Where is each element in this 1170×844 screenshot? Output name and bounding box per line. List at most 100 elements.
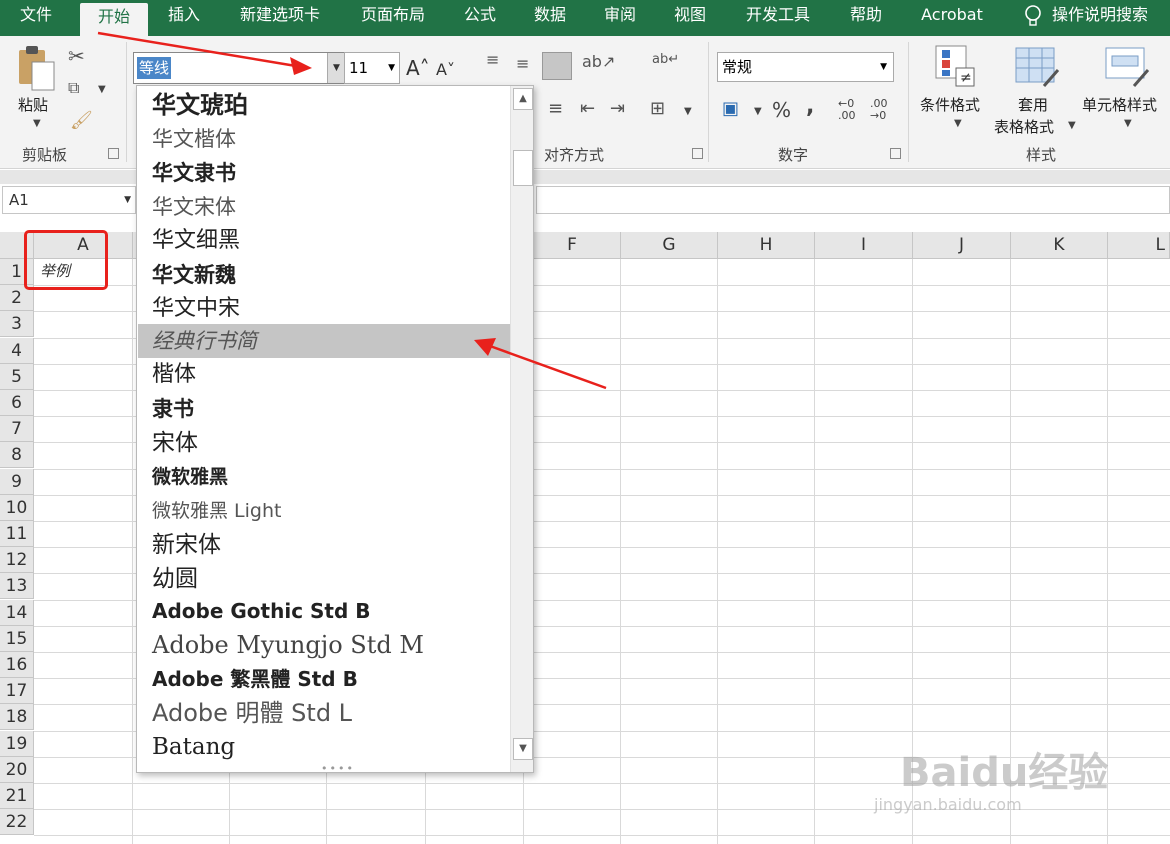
font-option[interactable]: 新宋体: [138, 528, 510, 562]
font-option[interactable]: Batang: [138, 730, 510, 764]
copy-icon[interactable]: ⧉: [68, 78, 79, 98]
font-option[interactable]: Adobe Gothic Std B: [138, 594, 510, 628]
tab-review[interactable]: 审阅: [592, 0, 648, 30]
decrease-indent-icon[interactable]: ⇤: [580, 98, 595, 119]
tab-new-tab[interactable]: 新建选项卡: [228, 0, 332, 30]
row-header-9[interactable]: 9: [0, 469, 34, 495]
font-option[interactable]: 华文楷体: [138, 122, 510, 156]
column-header-k[interactable]: K: [1011, 232, 1108, 259]
font-option[interactable]: Adobe 繁黑體 Std B: [138, 662, 510, 696]
font-option[interactable]: 华文细黑: [138, 224, 510, 258]
row-header-19[interactable]: 19: [0, 731, 34, 757]
tab-view[interactable]: 视图: [662, 0, 718, 30]
number-launcher-icon[interactable]: [890, 148, 901, 159]
row-header-7[interactable]: 7: [0, 416, 34, 442]
row-header-18[interactable]: 18: [0, 704, 34, 730]
font-option[interactable]: 华文新魏: [138, 258, 510, 292]
cut-icon[interactable]: ✂: [68, 44, 85, 68]
font-size-combobox[interactable]: 11 ▼: [344, 52, 400, 84]
number-format-combobox[interactable]: 常规 ▼: [717, 52, 894, 82]
copy-caret[interactable]: ▼: [98, 84, 106, 95]
dropdown-scrollbar[interactable]: ▲ ▼: [510, 86, 533, 772]
row-header-3[interactable]: 3: [0, 311, 34, 337]
format-painter-icon[interactable]: 🖌: [70, 110, 93, 131]
row-header-15[interactable]: 15: [0, 626, 34, 652]
row-header-6[interactable]: 6: [0, 390, 34, 416]
decrease-decimal-button[interactable]: .00 →0: [870, 98, 898, 122]
decrease-font-icon[interactable]: A˅: [436, 60, 455, 79]
wrap-text-icon[interactable]: ab↵: [652, 52, 679, 67]
row-header-20[interactable]: 20: [0, 757, 34, 783]
row-header-16[interactable]: 16: [0, 652, 34, 678]
clipboard-launcher-icon[interactable]: [108, 148, 119, 159]
font-option[interactable]: 华文隶书: [138, 156, 510, 190]
row-header-10[interactable]: 10: [0, 495, 34, 521]
chevron-down-icon[interactable]: ▼: [880, 53, 887, 81]
cell-styles-icon[interactable]: [1104, 46, 1150, 88]
row-header-4[interactable]: 4: [0, 338, 34, 364]
increase-font-icon[interactable]: A˄: [406, 56, 430, 80]
scroll-up-icon[interactable]: ▲: [513, 88, 533, 110]
align-right-icon[interactable]: ≡: [548, 98, 563, 119]
font-option[interactable]: Adobe Myungjo Std M: [138, 628, 510, 662]
tab-file[interactable]: 文件: [8, 0, 64, 30]
row-header-11[interactable]: 11: [0, 521, 34, 547]
font-option[interactable]: 微软雅黑: [138, 460, 510, 494]
font-option[interactable]: 隶书: [138, 392, 510, 426]
increase-decimal-button[interactable]: ←0 .00: [838, 98, 866, 122]
font-option[interactable]: 宋体: [138, 426, 510, 460]
resize-grip-icon[interactable]: ••••: [321, 762, 355, 772]
row-header-12[interactable]: 12: [0, 547, 34, 573]
font-option[interactable]: Adobe 明體 Std L: [138, 696, 510, 730]
name-box-value[interactable]: A1: [9, 191, 29, 209]
column-header-i[interactable]: I: [815, 232, 913, 259]
tab-insert[interactable]: 插入: [156, 0, 212, 30]
font-size-value[interactable]: 11: [349, 59, 368, 77]
merge-caret[interactable]: ▼: [684, 106, 692, 117]
column-header-h[interactable]: H: [718, 232, 815, 259]
column-header-j[interactable]: J: [913, 232, 1011, 259]
row-header-5[interactable]: 5: [0, 364, 34, 390]
chevron-down-icon[interactable]: ▼: [388, 53, 395, 83]
font-option[interactable]: 微软雅黑 Light: [138, 494, 510, 528]
column-header-f[interactable]: F: [524, 232, 621, 259]
cell-styles-label[interactable]: 单元格样式: [1082, 94, 1157, 115]
column-header-l[interactable]: L: [1108, 232, 1170, 259]
align-bottom-button[interactable]: [542, 52, 572, 80]
row-header-14[interactable]: 14: [0, 600, 34, 626]
orientation-icon[interactable]: ab↗: [582, 52, 615, 71]
chevron-down-icon[interactable]: ▼: [327, 53, 345, 83]
font-dropdown-list[interactable]: 华文琥珀 华文楷体 华文隶书 华文宋体 华文细黑 华文新魏 华文中宋 经典行书简…: [136, 85, 534, 773]
conditional-format-caret[interactable]: ▼: [954, 118, 962, 129]
tab-data[interactable]: 数据: [522, 0, 578, 30]
row-header-17[interactable]: 17: [0, 678, 34, 704]
scroll-down-icon[interactable]: ▼: [513, 738, 533, 760]
row-header-13[interactable]: 13: [0, 573, 34, 599]
align-middle-icon[interactable]: ≡: [516, 54, 529, 73]
cell-styles-caret[interactable]: ▼: [1124, 118, 1132, 129]
tab-help[interactable]: 帮助: [838, 0, 894, 30]
font-option[interactable]: 华文宋体: [138, 190, 510, 224]
format-as-table-icon[interactable]: [1014, 46, 1060, 88]
name-box[interactable]: A1 ▼: [2, 186, 136, 214]
accounting-caret[interactable]: ▼: [754, 106, 762, 117]
tab-developer[interactable]: 开发工具: [736, 0, 820, 30]
accounting-format-icon[interactable]: ▣: [722, 98, 739, 119]
font-option[interactable]: 楷体: [138, 358, 510, 392]
font-name-combobox[interactable]: 等线 ▼: [133, 52, 346, 84]
font-option[interactable]: 华文琥珀: [138, 88, 510, 122]
align-top-icon[interactable]: ≡: [486, 50, 499, 69]
chevron-down-icon[interactable]: ▼: [124, 187, 131, 213]
number-format-value[interactable]: 常规: [722, 58, 752, 76]
increase-indent-icon[interactable]: ⇥: [610, 98, 625, 119]
formula-input[interactable]: [536, 186, 1170, 214]
percent-style-button[interactable]: %: [772, 98, 791, 122]
row-header-8[interactable]: 8: [0, 442, 34, 468]
font-option[interactable]: 幼圆: [138, 562, 510, 596]
comma-style-button[interactable]: ,: [806, 94, 814, 119]
tab-formulas[interactable]: 公式: [452, 0, 508, 30]
tab-page-layout[interactable]: 页面布局: [350, 0, 436, 30]
font-option[interactable]: 华文中宋: [138, 292, 510, 326]
scrollbar-thumb[interactable]: [513, 150, 533, 186]
format-as-table-label-2[interactable]: 表格格式: [994, 116, 1054, 137]
